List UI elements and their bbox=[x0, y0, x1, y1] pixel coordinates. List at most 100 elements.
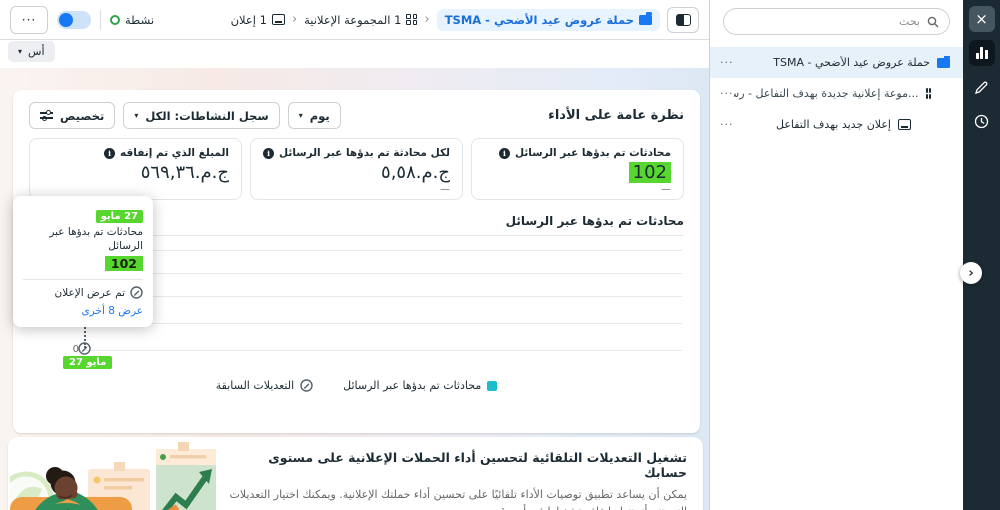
campaign-toggle[interactable] bbox=[57, 10, 91, 29]
info-icon[interactable]: i bbox=[263, 147, 274, 159]
metric-label: المبلغ الذي تم إنفاقه bbox=[120, 147, 229, 159]
folder-icon bbox=[639, 11, 652, 25]
tooltip-metric-label: محادثات تم بدؤها عبر الرسائل bbox=[49, 226, 143, 252]
metric-card-conversations[interactable]: محادثات تم بدؤها عبر الرسائل i 102 — bbox=[471, 138, 684, 200]
close-button[interactable]: × bbox=[968, 6, 995, 32]
divider bbox=[23, 279, 143, 281]
gridline bbox=[85, 296, 682, 297]
legend-item-edits[interactable]: التعديلات السابقة bbox=[216, 379, 313, 392]
metric-label: لكل محادثة تم بدؤها عبر الرسائل bbox=[279, 147, 450, 159]
caret-down-icon: ▾ bbox=[134, 111, 139, 120]
metric-card-amount-spent[interactable]: المبلغ الذي تم إنفاقه i ج.م.٥٦٩,٣٦ bbox=[29, 138, 242, 200]
customize-button[interactable]: تخصيص bbox=[29, 102, 116, 129]
metric-compare: — bbox=[440, 184, 450, 195]
tree-item-ad[interactable]: إعلان جديد بهدف التفاعل ··· bbox=[710, 109, 963, 140]
more-options-button[interactable]: ··· bbox=[10, 5, 48, 34]
series-swatch bbox=[487, 380, 498, 391]
history-tool-button[interactable] bbox=[969, 108, 995, 134]
collapse-panel-icon bbox=[675, 13, 691, 26]
edit-marker-icon[interactable] bbox=[78, 342, 91, 355]
adset-grid-icon bbox=[925, 88, 931, 99]
ad-icon bbox=[271, 14, 285, 25]
folder-icon bbox=[937, 56, 950, 68]
right-toolbar-rail: × › bbox=[960, 0, 1000, 510]
date-range-label: يوم bbox=[309, 108, 330, 123]
breadcrumb-campaign-label: حملة عروض عيد الأضحي - TSMA bbox=[444, 12, 634, 27]
breadcrumb: حملة عروض عيد الأضحي - TSMA ‹ 1 المجموعة… bbox=[231, 6, 699, 33]
gridline bbox=[85, 250, 682, 251]
chevron-left-icon: ‹ bbox=[424, 12, 430, 27]
gridline bbox=[85, 273, 682, 274]
activity-history-label: سجل النشاطات: الكل bbox=[145, 108, 269, 123]
metric-value: ج.م.٥,٥٨ bbox=[381, 162, 450, 183]
info-icon[interactable]: i bbox=[104, 147, 116, 159]
automation-card: تشغيل التعديلات التلقائية لتحسين أداء ال… bbox=[8, 437, 703, 510]
overview-title: نظرة عامة على الأداء bbox=[548, 108, 684, 123]
status-active-icon bbox=[110, 14, 120, 25]
metric-cards: محادثات تم بدؤها عبر الرسائل i 102 — لكل… bbox=[29, 138, 684, 200]
collapse-rail-button[interactable]: › bbox=[960, 262, 982, 284]
tree-item-label: إعلان جديد بهدف التفاعل bbox=[775, 118, 891, 131]
legend-item-series[interactable]: محادثات تم بدؤها عبر الرسائل bbox=[343, 379, 498, 392]
automation-body: يمكن أن يساعد تطبيق توصيات الأداء تلقائي… bbox=[229, 488, 687, 510]
metric-compare: — bbox=[661, 184, 671, 195]
tab-dropdown[interactable]: أس ▾ bbox=[8, 41, 55, 62]
adset-grid-icon bbox=[406, 14, 418, 25]
automation-illustration bbox=[10, 442, 216, 510]
tree-item-adset[interactable]: ...موعة إعلانية جديدة بهدف التفاعل - رسا… bbox=[710, 78, 963, 109]
gridline bbox=[85, 323, 682, 324]
legend-series-label: محادثات تم بدؤها عبر الرسائل bbox=[343, 379, 482, 392]
breadcrumb-campaign[interactable]: حملة عروض عيد الأضحي - TSMA bbox=[436, 8, 660, 31]
row-more-button[interactable]: ··· bbox=[720, 56, 734, 69]
tooltip-view-more-link[interactable]: عرض 8 أخرى bbox=[23, 305, 143, 317]
collapse-panel-button[interactable] bbox=[667, 6, 699, 33]
status-badge: نشطة bbox=[110, 13, 154, 27]
row-more-button[interactable]: ··· bbox=[720, 87, 734, 100]
search-input[interactable]: بحث bbox=[723, 8, 950, 35]
tree-item-campaign[interactable]: حملة عروض عيد الأضحي - TSMA ··· bbox=[710, 47, 963, 78]
breadcrumb-ad[interactable]: 1 إعلان bbox=[231, 13, 285, 27]
tooltip-metric-value: 102 bbox=[104, 256, 143, 272]
tooltip-event: تم عرض الإعلان bbox=[23, 286, 143, 299]
divider bbox=[100, 9, 101, 30]
bar-chart-icon bbox=[975, 47, 988, 59]
search-placeholder: بحث bbox=[899, 15, 920, 28]
edit-marker-icon bbox=[130, 286, 143, 299]
tree-item-label: حملة عروض عيد الأضحي - TSMA bbox=[773, 56, 930, 69]
legend-edits-label: التعديلات السابقة bbox=[215, 379, 295, 392]
info-icon[interactable]: i bbox=[498, 147, 510, 159]
edit-marker-icon bbox=[300, 379, 313, 392]
tab-label: أس bbox=[28, 45, 45, 58]
edit-tool-button[interactable] bbox=[969, 74, 995, 100]
ad-icon bbox=[898, 119, 911, 130]
breadcrumb-adset[interactable]: 1 المجموعة الإعلانية bbox=[304, 12, 418, 27]
metric-label: محادثات تم بدؤها عبر الرسائل bbox=[514, 147, 671, 159]
metric-card-cost-per-conversation[interactable]: لكل محادثة تم بدؤها عبر الرسائل i ج.م.٥,… bbox=[250, 138, 463, 200]
search-icon bbox=[927, 16, 939, 27]
main-panel: حملة عروض عيد الأضحي - TSMA ‹ 1 المجموعة… bbox=[0, 0, 709, 510]
chart-tooltip: 27 مايو محادثات تم بدؤها عبر الرسائل 102… bbox=[13, 196, 153, 328]
metric-value: ج.م.٥٦٩,٣٦ bbox=[140, 162, 229, 183]
charts-tool-button[interactable] bbox=[968, 40, 995, 66]
content-area: نظرة عامة على الأداء يوم ▾ سجل النشاطات:… bbox=[0, 68, 709, 510]
caret-down-icon: ▾ bbox=[298, 111, 303, 120]
breadcrumb-ad-label: 1 إعلان bbox=[230, 12, 267, 27]
breadcrumb-adset-label: 1 المجموعة الإعلانية bbox=[304, 12, 402, 27]
row-more-button[interactable]: ··· bbox=[720, 118, 734, 131]
clock-icon bbox=[974, 114, 989, 128]
campaign-tree: حملة عروض عيد الأضحي - TSMA ··· ...موعة … bbox=[710, 47, 963, 140]
overview-controls: يوم ▾ سجل النشاطات: الكل ▾ تخصيص bbox=[29, 102, 341, 129]
overview-header: نظرة عامة على الأداء يوم ▾ سجل النشاطات:… bbox=[29, 102, 684, 129]
chevron-left-icon: ‹ bbox=[291, 12, 298, 27]
y-axis-tick: 0 bbox=[72, 344, 79, 355]
tabstrip: أس ▾ bbox=[0, 40, 709, 68]
chart-legend: محادثات تم بدؤها عبر الرسائل التعديلات ا… bbox=[29, 379, 684, 392]
customize-sliders-icon bbox=[40, 110, 53, 121]
topbar-controls: نشطة ··· bbox=[10, 5, 154, 34]
customize-label: تخصيص bbox=[60, 108, 105, 123]
gridline bbox=[85, 350, 682, 351]
status-label: نشطة bbox=[125, 12, 155, 27]
activity-history-button[interactable]: سجل النشاطات: الكل ▾ bbox=[123, 102, 280, 129]
date-range-button[interactable]: يوم ▾ bbox=[287, 102, 341, 129]
tooltip-date: 27 مايو bbox=[95, 210, 143, 223]
